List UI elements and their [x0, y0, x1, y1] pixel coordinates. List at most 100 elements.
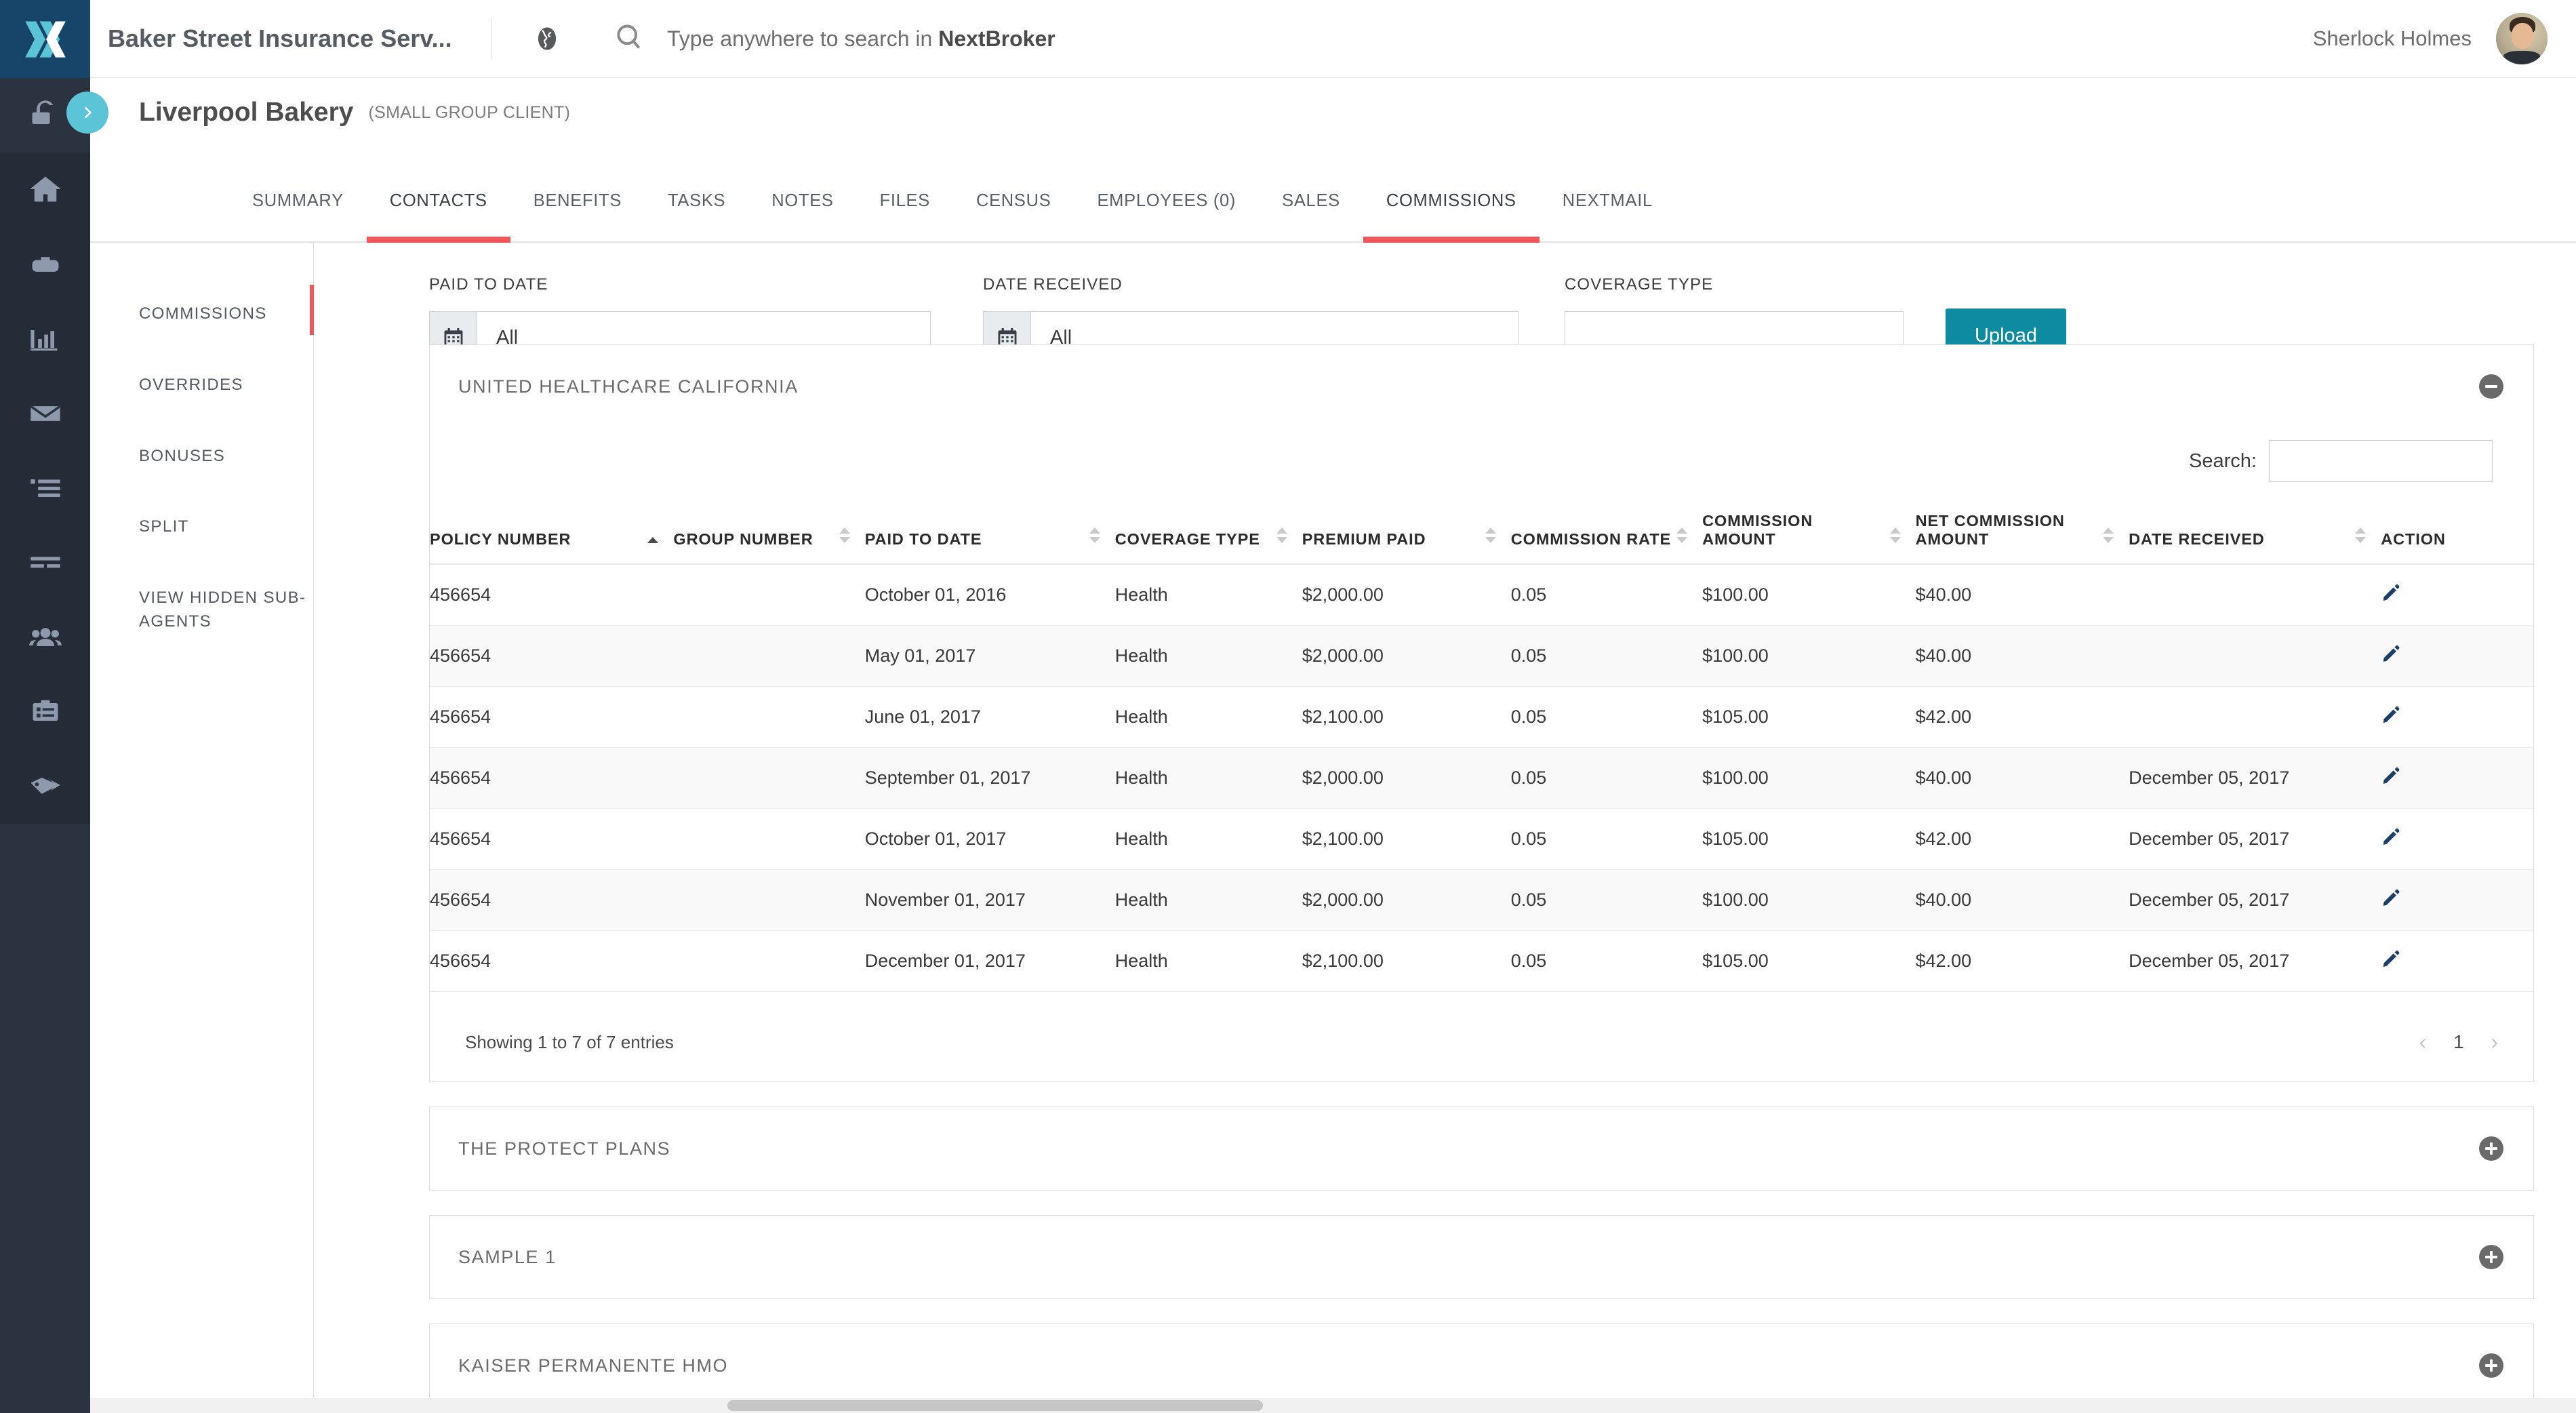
- sidebar-item-reports[interactable]: [0, 302, 90, 376]
- column-header-label: COMMISSION AMOUNT: [1702, 512, 1915, 549]
- subnav-item-view-hidden-sub-agents[interactable]: VIEW HIDDEN SUB-AGENTS: [90, 586, 313, 634]
- panel-header[interactable]: UNITED HEALTHCARE CALIFORNIA: [430, 345, 2533, 428]
- pagination-page-1[interactable]: 1: [2453, 1031, 2464, 1053]
- table-row: 456654September 01, 2017Health$2,000.000…: [430, 748, 2533, 809]
- row-action-cell[interactable]: [2381, 748, 2533, 809]
- tab-notes[interactable]: NOTES: [748, 146, 856, 241]
- panel-header[interactable]: SAMPLE 1: [430, 1216, 2533, 1298]
- cell-net-commission-amount: $42.00: [1916, 687, 2129, 748]
- global-search[interactable]: Type anywhere to search in NextBroker: [614, 22, 2313, 56]
- pagination: ‹ 1 ›: [2419, 1030, 2498, 1054]
- collapse-panel-button[interactable]: [2479, 374, 2503, 399]
- expand-panel-button[interactable]: [2479, 1245, 2503, 1269]
- envelope-icon: [28, 396, 63, 431]
- subnav-item-overrides[interactable]: OVERRIDES: [90, 374, 313, 397]
- sidebar-item-list[interactable]: [0, 451, 90, 525]
- filter-bar: PAID TO DATE All DATE RECEIVED All COVER…: [314, 243, 2576, 344]
- search-icon: [614, 22, 644, 56]
- cell-commission-amount: $105.00: [1702, 687, 1915, 748]
- cell-group-number: [673, 870, 864, 931]
- column-header-policy-number[interactable]: POLICY NUMBER: [430, 500, 673, 564]
- cell-commission-rate: 0.05: [1511, 748, 1702, 809]
- column-header-commission-amount[interactable]: COMMISSION AMOUNT: [1702, 500, 1915, 564]
- scrollbar-thumb[interactable]: [727, 1400, 1263, 1411]
- column-header-group-number[interactable]: GROUP NUMBER: [673, 500, 864, 564]
- sidebar-item-clipboard[interactable]: [0, 675, 90, 749]
- nextbroker-logo[interactable]: [0, 0, 90, 78]
- horizontal-scrollbar[interactable]: [90, 1398, 2576, 1413]
- sidebar-item-mail[interactable]: [0, 376, 90, 451]
- cell-group-number: [673, 626, 864, 687]
- column-header-premium-paid[interactable]: PREMIUM PAID: [1302, 500, 1511, 564]
- column-header-date-received[interactable]: DATE RECEIVED: [2129, 500, 2381, 564]
- table-row: 456654June 01, 2017Health$2,100.000.05$1…: [430, 687, 2533, 748]
- sidebar-item-home[interactable]: [0, 153, 90, 227]
- tab-files[interactable]: FILES: [857, 146, 953, 241]
- row-action-cell[interactable]: [2381, 870, 2533, 931]
- cell-commission-rate: 0.05: [1511, 626, 1702, 687]
- row-action-cell[interactable]: [2381, 564, 2533, 626]
- row-action-cell[interactable]: [2381, 687, 2533, 748]
- column-header-label: DATE RECEIVED: [2129, 530, 2381, 549]
- cell-premium-paid: $2,000.00: [1302, 564, 1511, 626]
- sidebar-item-users[interactable]: [0, 600, 90, 675]
- sidebar-toggle-button[interactable]: [66, 92, 108, 134]
- edit-icon[interactable]: [2381, 582, 2401, 603]
- subnav-item-split[interactable]: SPLIT: [90, 515, 313, 539]
- cell-commission-rate: 0.05: [1511, 870, 1702, 931]
- user-menu[interactable]: Sherlock Holmes: [2313, 13, 2548, 64]
- tab-nextmail[interactable]: NEXTMAIL: [1539, 146, 1676, 241]
- column-header-coverage-type[interactable]: COVERAGE TYPE: [1115, 500, 1302, 564]
- cell-group-number: [673, 809, 864, 870]
- subnav-item-commissions[interactable]: COMMISSIONS: [90, 302, 313, 326]
- cell-coverage-type: Health: [1115, 748, 1302, 809]
- row-action-cell[interactable]: [2381, 626, 2533, 687]
- tab-census[interactable]: CENSUS: [953, 146, 1074, 241]
- edit-icon[interactable]: [2381, 827, 2401, 847]
- tab-label: NOTES: [748, 191, 856, 211]
- table-search-input[interactable]: [2269, 440, 2493, 482]
- cell-policy-number: 456654: [430, 870, 673, 931]
- cell-premium-paid: $2,000.00: [1302, 870, 1511, 931]
- tab-contacts[interactable]: CONTACTS: [367, 146, 510, 241]
- clipboard-icon: [28, 694, 63, 730]
- column-header-net-commission-amount[interactable]: NET COMMISSION AMOUNT: [1916, 500, 2129, 564]
- sidebar-item-briefcase[interactable]: [0, 227, 90, 302]
- row-action-cell[interactable]: [2381, 931, 2533, 992]
- panel-header[interactable]: KAISER PERMANENTE HMO: [430, 1324, 2533, 1407]
- globe-button[interactable]: [533, 24, 561, 53]
- column-header-paid-to-date[interactable]: PAID TO DATE: [865, 500, 1115, 564]
- expand-panel-button[interactable]: [2479, 1136, 2503, 1161]
- cell-group-number: [673, 564, 864, 626]
- topbar-divider: [491, 19, 492, 58]
- edit-icon[interactable]: [2381, 949, 2401, 969]
- edit-icon[interactable]: [2381, 704, 2401, 725]
- tab-benefits[interactable]: BENEFITS: [510, 146, 645, 241]
- tab-sales[interactable]: SALES: [1259, 146, 1363, 241]
- pagination-next[interactable]: ›: [2491, 1030, 2498, 1054]
- panel-title: SAMPLE 1: [458, 1247, 2479, 1268]
- column-header-commission-rate[interactable]: COMMISSION RATE: [1511, 500, 1702, 564]
- panel-header[interactable]: THE PROTECT PLANS: [430, 1107, 2533, 1190]
- cell-net-commission-amount: $40.00: [1916, 870, 2129, 931]
- panel-title: THE PROTECT PLANS: [458, 1138, 2479, 1159]
- tab-employees-0[interactable]: EMPLOYEES (0): [1074, 146, 1259, 241]
- tab-commissions[interactable]: COMMISSIONS: [1363, 146, 1539, 241]
- edit-icon[interactable]: [2381, 765, 2401, 786]
- edit-icon[interactable]: [2381, 888, 2401, 908]
- carrier-panel: THE PROTECT PLANS: [429, 1107, 2534, 1191]
- sidebar-item-lines[interactable]: [0, 525, 90, 600]
- carrier-panel: UNITED HEALTHCARE CALIFORNIASearch:POLIC…: [429, 344, 2534, 1082]
- sidebar-item-tags[interactable]: [0, 749, 90, 824]
- edit-icon[interactable]: [2381, 643, 2401, 664]
- avatar[interactable]: [2496, 13, 2548, 64]
- tab-summary[interactable]: SUMMARY: [229, 146, 367, 241]
- cell-commission-amount: $100.00: [1702, 564, 1915, 626]
- filter-date-received-label: DATE RECEIVED: [983, 275, 1518, 294]
- subnav-item-bonuses[interactable]: BONUSES: [90, 445, 313, 469]
- expand-panel-button[interactable]: [2479, 1353, 2503, 1378]
- cell-policy-number: 456654: [430, 931, 673, 992]
- row-action-cell[interactable]: [2381, 809, 2533, 870]
- pagination-prev[interactable]: ‹: [2419, 1030, 2426, 1054]
- tab-tasks[interactable]: TASKS: [645, 146, 748, 241]
